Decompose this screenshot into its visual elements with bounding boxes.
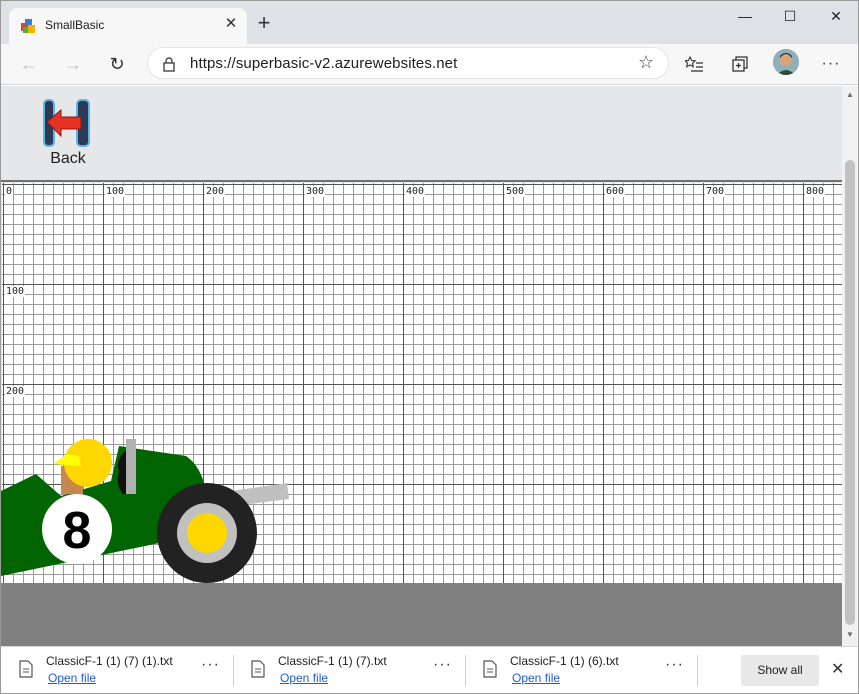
address-bar[interactable]: https://superbasic-v2.azurewebsites.net … xyxy=(147,47,669,79)
download-filename: ClassicF-1 (1) (7).txt xyxy=(278,654,387,668)
download-filename: ClassicF-1 (1) (7) (1).txt xyxy=(46,654,173,668)
navigation-bar: ← → ↻ https://superbasic-v2.azurewebsite… xyxy=(1,44,858,85)
tab-title: SmallBasic xyxy=(45,18,105,32)
file-icon xyxy=(19,660,33,678)
scroll-down-icon[interactable]: ▼ xyxy=(846,630,854,639)
minimize-button[interactable]: — xyxy=(730,5,760,27)
x-tick: 300 xyxy=(305,186,326,197)
show-all-button[interactable]: Show all xyxy=(741,655,819,686)
avatar-icon xyxy=(773,49,799,75)
download-more-icon[interactable]: ··· xyxy=(665,656,684,674)
lock-icon xyxy=(163,57,175,72)
smallbasic-favicon-icon xyxy=(21,19,35,33)
url-text: https://superbasic-v2.azurewebsites.net xyxy=(190,55,458,72)
back-label: Back xyxy=(50,150,86,167)
roll-bar xyxy=(126,439,136,494)
x-tick: 400 xyxy=(405,186,426,197)
download-more-icon[interactable]: ··· xyxy=(201,656,220,674)
settings-more-icon[interactable]: ··· xyxy=(821,54,841,74)
race-car: 8 xyxy=(1,439,289,583)
file-icon xyxy=(483,660,497,678)
helmet-visor xyxy=(53,454,81,466)
file-icon xyxy=(251,660,265,678)
download-item[interactable]: ClassicF-1 (1) (6).txt Open file ··· xyxy=(465,647,697,693)
back-button[interactable]: Back xyxy=(41,98,97,170)
scroll-up-icon[interactable]: ▲ xyxy=(846,90,854,99)
y-tick: 200 xyxy=(5,386,26,397)
tab-smallbasic[interactable]: SmallBasic ✕ xyxy=(9,8,247,44)
x-tick: 500 xyxy=(505,186,526,197)
divider xyxy=(697,655,698,686)
x-tick: 0 xyxy=(5,186,14,197)
download-more-icon[interactable]: ··· xyxy=(433,656,452,674)
download-filename: ClassicF-1 (1) (6).txt xyxy=(510,654,619,668)
open-file-link[interactable]: Open file xyxy=(280,671,328,685)
tab-bar: SmallBasic ✕ + — ☐ ✕ xyxy=(1,1,858,44)
browser-window: SmallBasic ✕ + — ☐ ✕ ← → ↻ https://super… xyxy=(0,0,859,694)
collections-icon[interactable] xyxy=(730,54,750,74)
favorites-list-icon[interactable] xyxy=(685,54,705,74)
tab-close-icon[interactable]: ✕ xyxy=(223,16,239,32)
downloads-bar: ClassicF-1 (1) (7) (1).txt Open file ···… xyxy=(1,646,858,693)
close-window-button[interactable]: ✕ xyxy=(821,5,851,27)
forward-arrow-icon[interactable]: → xyxy=(61,52,85,76)
x-tick: 100 xyxy=(105,186,126,197)
x-tick: 600 xyxy=(605,186,626,197)
favorite-star-icon[interactable]: ☆ xyxy=(638,52,654,73)
open-file-link[interactable]: Open file xyxy=(512,671,560,685)
back-arrow-icon[interactable]: ← xyxy=(17,52,41,76)
app-toolbar: Back xyxy=(1,86,842,182)
page-scrollbar[interactable]: ▲ ▼ xyxy=(842,86,858,646)
new-tab-button[interactable]: + xyxy=(255,12,273,34)
x-tick: 700 xyxy=(705,186,726,197)
scroll-thumb[interactable] xyxy=(845,160,855,625)
download-item[interactable]: ClassicF-1 (1) (7).txt Open file ··· xyxy=(233,647,465,693)
x-tick: 800 xyxy=(805,186,826,197)
y-tick: 100 xyxy=(5,286,26,297)
wheel-hub xyxy=(187,513,227,553)
close-downloads-icon[interactable]: ✕ xyxy=(831,659,844,679)
download-item[interactable]: ClassicF-1 (1) (7) (1).txt Open file ··· xyxy=(1,647,233,693)
car-number: 8 xyxy=(63,502,92,560)
profile-avatar[interactable] xyxy=(773,49,799,75)
back-exit-icon xyxy=(43,99,90,147)
refresh-icon[interactable]: ↻ xyxy=(105,52,129,76)
maximize-button[interactable]: ☐ xyxy=(775,5,805,27)
open-file-link[interactable]: Open file xyxy=(48,671,96,685)
ground-strip xyxy=(1,583,842,646)
x-tick: 200 xyxy=(205,186,226,197)
page-viewport: Back 0 100 200 300 400 500 600 700 800 1… xyxy=(1,86,842,646)
